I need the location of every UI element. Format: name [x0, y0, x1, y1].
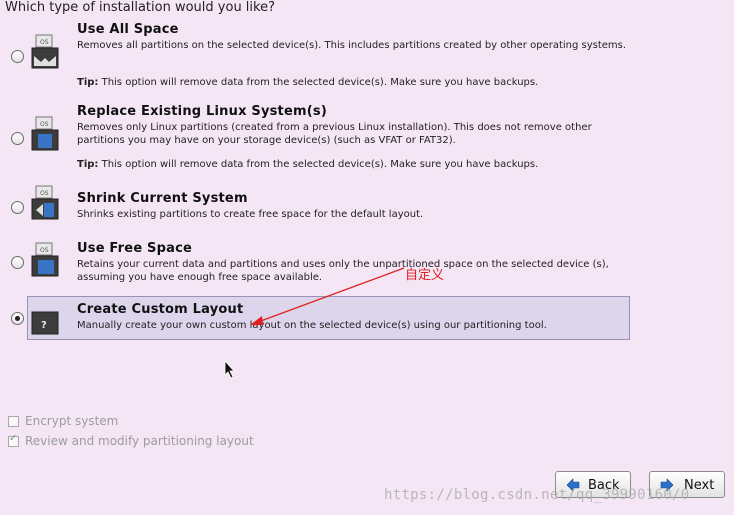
option-use-all-space[interactable]: OS Use All Space Removes all partitions … [8, 22, 632, 92]
option-shrink-current[interactable]: OS Shrink Current System Shrinks existin… [8, 185, 632, 227]
disk-shrink-icon: OS [31, 185, 59, 220]
disk-full-icon: OS [31, 34, 59, 69]
option-title: Shrink Current System [77, 191, 248, 206]
option-description: Shrinks existing partitions to create fr… [77, 209, 424, 220]
page-title: Which type of installation would you lik… [5, 0, 275, 15]
option-tip: Tip: This option will remove data from t… [77, 77, 538, 88]
option-replace-linux[interactable]: OS Replace Existing Linux System(s) Remo… [8, 104, 632, 176]
annotation-label: 自定义 [405, 268, 445, 283]
option-description: Manually create your own custom layout o… [77, 320, 547, 331]
tip-label: Tip: [77, 77, 99, 88]
option-title: Use All Space [77, 22, 179, 37]
mouse-cursor-icon [224, 360, 235, 379]
radio-use-all-space[interactable] [11, 50, 24, 63]
checkbox-box[interactable] [8, 433, 19, 447]
tip-text: This option will remove data from the se… [98, 77, 539, 88]
option-use-free-space[interactable]: OS Use Free Space Retains your current d… [8, 241, 632, 285]
option-create-custom-layout[interactable]: ? Create Custom Layout Manually create y… [8, 302, 632, 336]
disk-replace-icon: OS [31, 116, 59, 151]
svg-text:?: ? [41, 320, 47, 331]
radio-use-free-space[interactable] [11, 256, 24, 269]
radio-replace-linux[interactable] [11, 132, 24, 145]
radio-create-custom-layout[interactable] [11, 312, 24, 325]
checkbox-box[interactable] [8, 416, 19, 427]
option-description: Retains your current data and partitions… [77, 259, 609, 283]
svg-text:OS: OS [40, 39, 49, 46]
disk-custom-icon: ? [31, 311, 59, 335]
tip-text: This option will remove data from the se… [98, 159, 539, 170]
checkbox-label: Review and modify partitioning layout [25, 434, 254, 448]
svg-text:OS: OS [40, 121, 49, 128]
option-title: Create Custom Layout [77, 302, 244, 317]
option-tip: Tip: This option will remove data from t… [77, 159, 538, 170]
option-description: Removes all partitions on the selected d… [77, 40, 627, 51]
option-description: Removes only Linux partitions (created f… [77, 122, 592, 146]
watermark: https://blog.csdn.net/qq_39990160/0 [384, 487, 690, 503]
checkbox-label: Encrypt system [25, 414, 119, 428]
option-title: Replace Existing Linux System(s) [77, 104, 327, 119]
option-title: Use Free Space [77, 241, 193, 256]
disk-free-icon: OS [31, 242, 59, 277]
svg-text:OS: OS [40, 190, 49, 197]
radio-shrink-current[interactable] [11, 201, 24, 214]
svg-text:OS: OS [40, 247, 49, 254]
tip-label: Tip: [77, 159, 99, 170]
